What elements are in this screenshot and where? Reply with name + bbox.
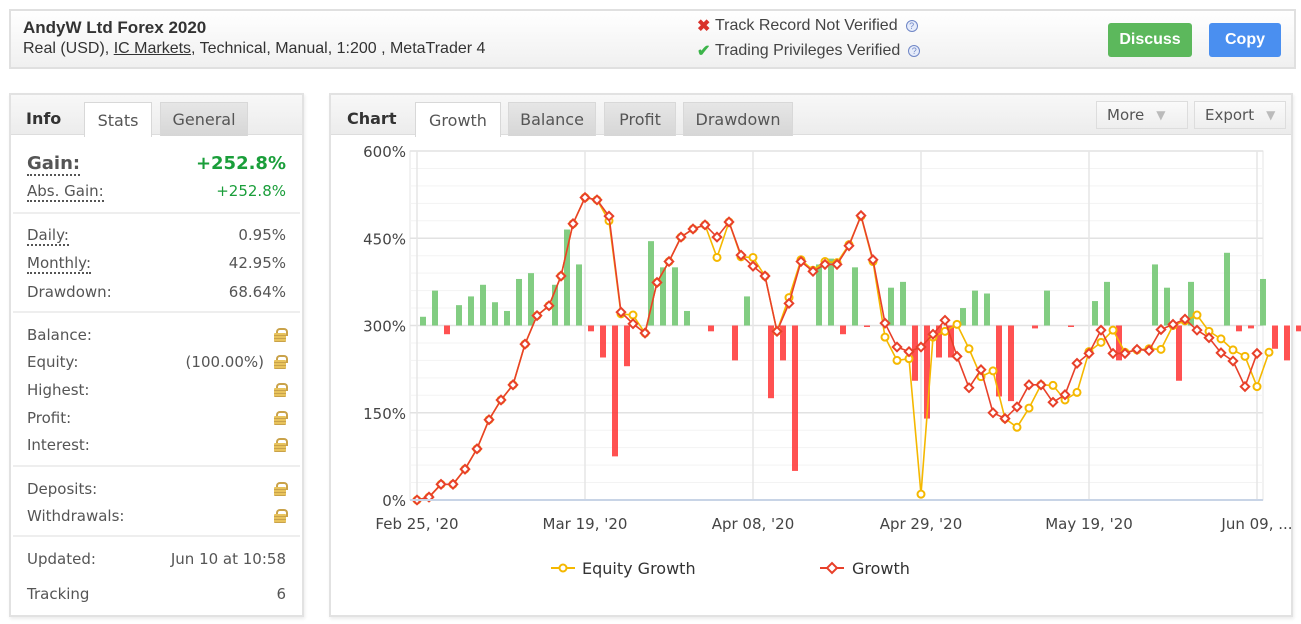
highest-row: Highest: bbox=[27, 381, 288, 399]
withdrawals-label: Withdrawals: bbox=[27, 507, 125, 525]
profit-label: Profit: bbox=[27, 409, 72, 427]
tab-balance[interactable]: Balance bbox=[508, 102, 596, 136]
account-header: AndyW Ltd Forex 2020 Real (USD), IC Mark… bbox=[9, 9, 1296, 69]
interest-label: Interest: bbox=[27, 436, 90, 454]
info-panel-header: Info Stats General bbox=[11, 95, 302, 137]
track-record-label: Track Record Not Verified bbox=[715, 17, 898, 34]
info-label: Info bbox=[26, 109, 62, 128]
balance-label: Balance: bbox=[27, 326, 92, 344]
export-label: Export bbox=[1205, 106, 1255, 124]
lock-icon bbox=[274, 411, 288, 425]
trading-privileges-status: ✔ Trading Privileges Verified ? bbox=[697, 41, 921, 61]
balance-row: Balance: bbox=[27, 326, 288, 344]
tab-profit[interactable]: Profit bbox=[604, 102, 676, 136]
trading-privileges-label: Trading Privileges Verified bbox=[715, 42, 901, 59]
gain-value: +252.8% bbox=[195, 153, 286, 174]
not-verified-x-icon: ✖ bbox=[697, 18, 711, 35]
updated-label: Updated: bbox=[27, 550, 96, 568]
help-icon[interactable]: ? bbox=[905, 20, 918, 32]
deposits-row: Deposits: bbox=[27, 480, 288, 498]
lock-icon bbox=[274, 383, 288, 397]
abs-gain-label[interactable]: Abs. Gain: bbox=[27, 182, 104, 202]
tracking-label: Tracking bbox=[27, 585, 90, 603]
info-panel: Info Stats General Gain: +252.8% Abs. Ga… bbox=[9, 93, 304, 617]
profit-row: Profit: bbox=[27, 409, 288, 427]
discuss-button[interactable]: Discuss bbox=[1108, 23, 1192, 57]
copy-button[interactable]: Copy bbox=[1209, 23, 1281, 57]
tab-stats[interactable]: Stats bbox=[84, 102, 152, 137]
abs-gain-row: Abs. Gain: +252.8% bbox=[27, 182, 286, 202]
highest-label: Highest: bbox=[27, 381, 90, 399]
daily-label[interactable]: Daily: bbox=[27, 226, 69, 246]
bar-negative bbox=[1296, 325, 1301, 332]
abs-gain-value: +252.8% bbox=[216, 182, 286, 200]
help-icon[interactable]: ? bbox=[908, 45, 921, 57]
tab-drawdown[interactable]: Drawdown bbox=[683, 102, 793, 136]
tracking-row: Tracking 6 bbox=[27, 585, 286, 603]
gain-row: Gain: +252.8% bbox=[27, 153, 286, 176]
broker-link[interactable]: IC Markets bbox=[114, 40, 191, 57]
divider bbox=[13, 535, 300, 537]
chart-panel-header: Chart Growth Balance Profit Drawdown Mor… bbox=[331, 95, 1291, 137]
interest-row: Interest: bbox=[27, 436, 288, 454]
updated-value: Jun 10 at 10:58 bbox=[170, 550, 286, 568]
daily-value: 0.95% bbox=[238, 226, 286, 244]
account-subtitle: Real (USD), IC Markets, Technical, Manua… bbox=[23, 40, 485, 58]
account-details: , Technical, Manual, 1:200 , MetaTrader … bbox=[191, 40, 486, 57]
drawdown-row: Drawdown: 68.64% bbox=[27, 283, 286, 301]
tab-growth[interactable]: Growth bbox=[415, 102, 501, 137]
drawdown-label: Drawdown: bbox=[27, 283, 112, 301]
export-dropdown[interactable]: Export ▼ bbox=[1194, 101, 1286, 129]
lock-icon bbox=[274, 482, 288, 496]
tab-general[interactable]: General bbox=[160, 102, 248, 136]
verified-check-icon: ✔ bbox=[697, 43, 711, 60]
gain-label[interactable]: Gain: bbox=[27, 153, 81, 176]
deposits-label: Deposits: bbox=[27, 480, 98, 498]
monthly-row: Monthly: 42.95% bbox=[27, 254, 286, 274]
account-type: Real (USD), bbox=[23, 40, 114, 57]
more-dropdown[interactable]: More ▼ bbox=[1096, 101, 1188, 129]
chart-panel: Chart Growth Balance Profit Drawdown Mor… bbox=[329, 93, 1293, 617]
more-label: More bbox=[1107, 106, 1145, 124]
lock-icon bbox=[274, 509, 288, 523]
monthly-value: 42.95% bbox=[228, 254, 286, 272]
chart-label: Chart bbox=[347, 109, 397, 128]
lock-icon bbox=[274, 355, 288, 369]
equity-value: (100.00%) bbox=[185, 353, 264, 371]
divider bbox=[13, 311, 300, 313]
drawdown-value: 68.64% bbox=[228, 283, 286, 301]
track-record-status: ✖ Track Record Not Verified ? bbox=[697, 16, 918, 36]
equity-row: Equity: (100.00%) bbox=[27, 353, 288, 371]
chevron-down-icon: ▼ bbox=[1266, 108, 1276, 122]
daily-row: Daily: 0.95% bbox=[27, 226, 286, 246]
monthly-label[interactable]: Monthly: bbox=[27, 254, 92, 274]
lock-icon bbox=[274, 328, 288, 342]
chevron-down-icon: ▼ bbox=[1156, 108, 1166, 122]
lock-icon bbox=[274, 438, 288, 452]
updated-row: Updated: Jun 10 at 10:58 bbox=[27, 550, 286, 568]
account-title: AndyW Ltd Forex 2020 bbox=[23, 18, 207, 37]
divider bbox=[13, 212, 300, 214]
equity-label: Equity: bbox=[27, 353, 79, 371]
divider bbox=[13, 465, 300, 467]
tracking-value: 6 bbox=[276, 585, 286, 603]
withdrawals-row: Withdrawals: bbox=[27, 507, 288, 525]
